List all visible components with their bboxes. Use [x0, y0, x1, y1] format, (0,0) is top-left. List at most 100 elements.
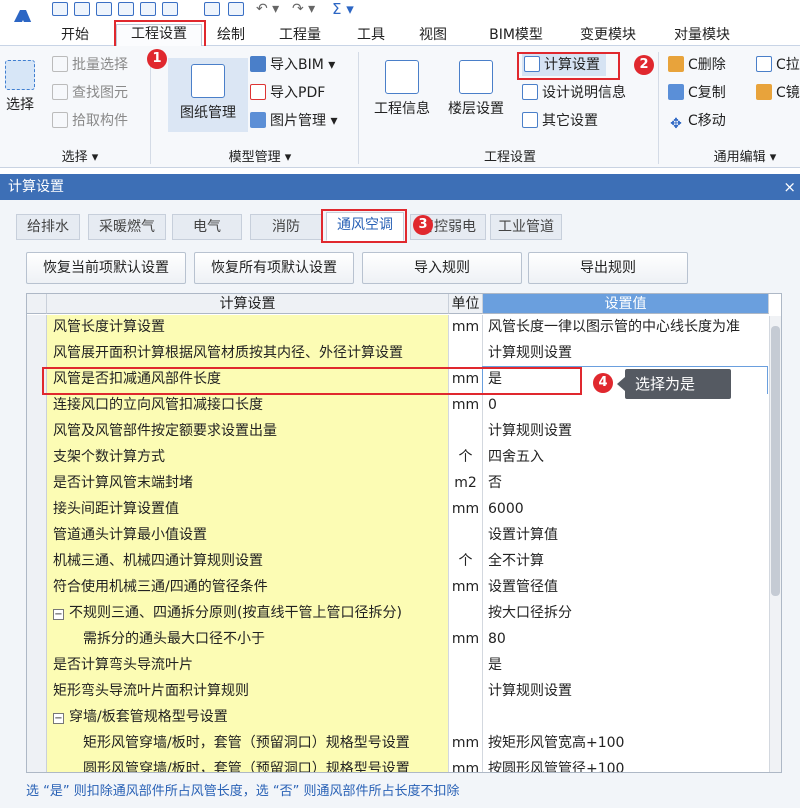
tab-reconcile-module[interactable]: 对量模块: [662, 26, 742, 46]
quick-access-toolbar: ↶ ▾ ↷ ▾ Σ ▾: [0, 0, 800, 38]
project-info-button[interactable]: 工程信息: [370, 60, 434, 118]
import-rules-button[interactable]: 导入规则: [362, 252, 522, 284]
setting-value-cell[interactable]: 计算规则设置: [483, 419, 767, 445]
table-row[interactable]: 是否计算风管末端封堵 m2 否: [27, 471, 767, 497]
table-row[interactable]: 机械三通、机械四通计算规则设置 个全不计算: [27, 549, 767, 575]
table-row[interactable]: − 穿墙/板套管规格型号设置: [27, 705, 767, 731]
setting-value-cell[interactable]: 否: [483, 471, 767, 497]
setting-value-cell[interactable]: 计算规则设置: [483, 341, 767, 367]
batch-select-button[interactable]: 批量选择: [52, 54, 128, 76]
scrollbar-thumb[interactable]: [771, 326, 780, 596]
restore-current-default-button[interactable]: 恢复当前项默认设置: [26, 252, 186, 284]
table-row[interactable]: 风管及风管部件按定额要求设置出量 计算规则设置: [27, 419, 767, 445]
row-header: [27, 445, 47, 471]
setting-value-cell[interactable]: 6000: [483, 497, 767, 523]
open-file-icon[interactable]: [74, 2, 90, 16]
drawing-management-button[interactable]: 图纸管理: [168, 58, 248, 132]
table-row[interactable]: 需拆分的通头最大口径不小于 mm 80: [27, 627, 767, 653]
setting-value-cell[interactable]: 计算规则设置: [483, 679, 767, 705]
table-row[interactable]: 是否计算弯头导流叶片 是: [27, 653, 767, 679]
setting-value-cell[interactable]: 设置管径值: [483, 575, 767, 601]
tab-start[interactable]: 开始: [52, 26, 98, 46]
tab-heating-gas[interactable]: 采暖燃气: [88, 214, 166, 240]
unit-cell: mm: [449, 497, 483, 523]
floor-settings-button[interactable]: 楼层设置: [444, 60, 508, 118]
tab-fire[interactable]: 消防: [250, 214, 322, 240]
pdf-icon[interactable]: [162, 2, 178, 16]
setting-value-cell[interactable]: 是: [483, 653, 767, 679]
setting-name: 矩形弯头导流叶片面积计算规则: [53, 683, 249, 699]
table-row[interactable]: 风管长度计算设置 mm 风管长度一律以图示管的中心线长度为准: [27, 315, 767, 341]
design-notes-icon: [522, 84, 538, 100]
group-label-model[interactable]: 模型管理 ▾: [200, 146, 320, 165]
table-row[interactable]: 圆形风管穿墙/板时，套管（预留洞口）规格型号设置 mm 按圆形风管管径+100: [27, 757, 767, 772]
tab-water-supply[interactable]: 给排水: [16, 214, 80, 240]
collapse-icon[interactable]: −: [53, 713, 64, 724]
setting-name: 风管及风管部件按定额要求设置出量: [53, 423, 277, 439]
restore-all-default-button[interactable]: 恢复所有项默认设置: [194, 252, 354, 284]
view-icon[interactable]: [204, 2, 220, 16]
tab-draw[interactable]: 绘制: [208, 26, 254, 46]
other-settings-button[interactable]: 其它设置: [522, 110, 598, 132]
find-element-button[interactable]: 查找图元: [52, 82, 128, 104]
export-icon[interactable]: [118, 2, 134, 16]
tab-view[interactable]: 视图: [410, 26, 456, 46]
group-label-edit[interactable]: 通用编辑 ▾: [690, 146, 800, 165]
c-copy-button[interactable]: C复制: [668, 82, 726, 104]
setting-value-cell[interactable]: 风管长度一律以图示管的中心线长度为准: [483, 315, 767, 341]
c-mirror-button[interactable]: C镜: [756, 82, 800, 104]
redo-icon[interactable]: ↷ ▾: [292, 1, 315, 17]
cad-icon[interactable]: [140, 2, 156, 16]
select-button[interactable]: 选择: [2, 60, 38, 114]
image-management-button[interactable]: 图片管理 ▾: [250, 110, 337, 132]
setting-value-cell[interactable]: [483, 705, 767, 731]
save-icon[interactable]: [96, 2, 112, 16]
grid-icon[interactable]: [228, 2, 244, 16]
table-row[interactable]: 管道通头计算最小值设置 设置计算值: [27, 523, 767, 549]
tab-change-module[interactable]: 变更模块: [568, 26, 648, 46]
table-row[interactable]: 接头间距计算设置值 mm 6000: [27, 497, 767, 523]
select-icon: [5, 60, 35, 90]
import-bim-button[interactable]: 导入BIM ▾: [250, 54, 335, 76]
column-header-unit: 单位: [449, 294, 483, 314]
c-move-button[interactable]: ✥ C移动: [668, 110, 726, 132]
setting-value-cell[interactable]: 按大口径拆分: [483, 601, 767, 627]
setting-value-cell[interactable]: 按圆形风管管径+100: [483, 757, 767, 772]
export-rules-button[interactable]: 导出规则: [528, 252, 688, 284]
table-row[interactable]: 矩形风管穿墙/板时，套管（预留洞口）规格型号设置 mm 按矩形风管宽高+100: [27, 731, 767, 757]
column-header-setting: 计算设置: [47, 294, 449, 314]
tab-bim-model[interactable]: BIM模型: [476, 26, 556, 46]
import-pdf-button[interactable]: 导入PDF: [250, 82, 325, 104]
new-file-icon[interactable]: [52, 2, 68, 16]
setting-value-cell[interactable]: 80: [483, 627, 767, 653]
tab-electrical[interactable]: 电气: [172, 214, 242, 240]
image-icon: [250, 112, 266, 128]
setting-value-cell[interactable]: 设置计算值: [483, 523, 767, 549]
setting-name: 矩形风管穿墙/板时，套管（预留洞口）规格型号设置: [83, 735, 410, 751]
close-icon[interactable]: ×: [783, 174, 796, 200]
tab-tools[interactable]: 工具: [348, 26, 394, 46]
setting-value-cell[interactable]: 全不计算: [483, 549, 767, 575]
c-stretch-button[interactable]: C拉: [756, 54, 800, 76]
group-label-select[interactable]: 选择 ▾: [20, 146, 140, 165]
row-header: [27, 575, 47, 601]
collapse-icon[interactable]: −: [53, 609, 64, 620]
sum-icon[interactable]: Σ ▾: [332, 0, 354, 18]
pick-component-button[interactable]: 拾取构件: [52, 110, 128, 132]
dialog-title: 计算设置: [8, 179, 64, 195]
table-row[interactable]: 符合使用机械三通/四通的管径条件 mm 设置管径值: [27, 575, 767, 601]
table-row[interactable]: − 不规则三通、四通拆分原则(按直线干管上管口径拆分) 按大口径拆分: [27, 601, 767, 627]
undo-icon[interactable]: ↶ ▾: [256, 1, 279, 17]
group-separator: [150, 52, 151, 164]
tab-industrial-pipe[interactable]: 工业管道: [490, 214, 562, 240]
setting-value-cell[interactable]: 四舍五入: [483, 445, 767, 471]
tab-quantity[interactable]: 工程量: [270, 26, 330, 46]
unit-cell: 个: [449, 445, 483, 471]
table-row[interactable]: 支架个数计算方式 个四舍五入: [27, 445, 767, 471]
design-notes-button[interactable]: 设计说明信息: [522, 82, 626, 104]
floor-settings-icon: [459, 60, 493, 94]
setting-value-cell[interactable]: 按矩形风管宽高+100: [483, 731, 767, 757]
table-row[interactable]: 风管展开面积计算根据风管材质按其内径、外径计算设置 计算规则设置: [27, 341, 767, 367]
table-row[interactable]: 矩形弯头导流叶片面积计算规则 计算规则设置: [27, 679, 767, 705]
c-delete-button[interactable]: C删除: [668, 54, 726, 76]
